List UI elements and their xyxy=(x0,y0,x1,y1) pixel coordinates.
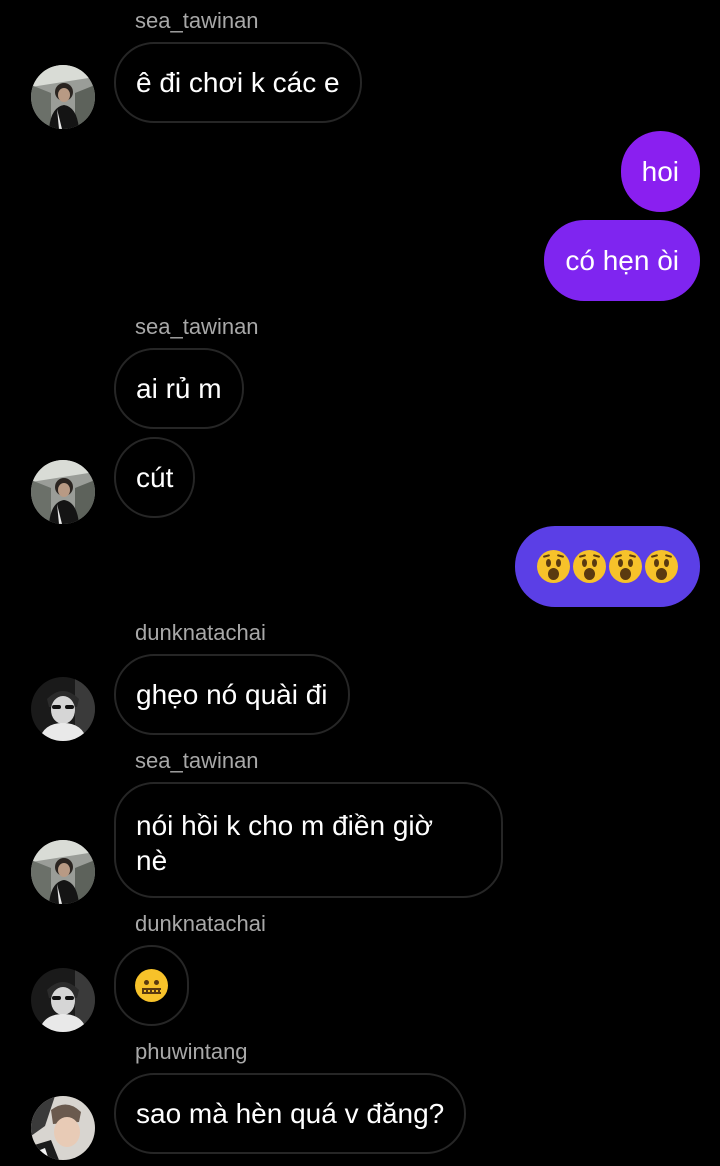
message-text: ai rủ m xyxy=(136,373,222,404)
sender-name: dunknatachai xyxy=(135,620,266,645)
message-bubble[interactable]: ai rủ m xyxy=(114,348,244,429)
avatar-dunknatachai[interactable] xyxy=(31,677,95,741)
avatar-sea-tawinan[interactable] xyxy=(31,460,95,524)
sender-name: sea_tawinan xyxy=(135,314,259,339)
message-text-line: nè xyxy=(136,845,168,876)
message-bubble[interactable]: ghẹo nó quài đi xyxy=(114,654,350,735)
message-bubble[interactable]: sao mà hèn quá v đăng? xyxy=(114,1073,467,1154)
message-bubble[interactable]: nói hồi k cho m điền giờ nè xyxy=(114,782,503,898)
zipper-mouth-face-emoji xyxy=(135,969,168,1002)
message-bubble[interactable]: cút xyxy=(114,437,196,518)
hushed-face-emoji xyxy=(537,550,570,583)
message-text: có hẹn òi xyxy=(565,244,679,276)
message-text: ê đi chơi k các e xyxy=(136,67,340,98)
message-text: ghẹo nó quài đi xyxy=(136,679,328,710)
sender-name: sea_tawinan xyxy=(135,8,259,33)
hushed-face-emoji xyxy=(573,550,606,583)
message-text: cút xyxy=(136,462,174,493)
outgoing-message-bubble[interactable]: hoi xyxy=(620,131,700,212)
message-bubble[interactable] xyxy=(114,945,189,1026)
sender-name: phuwintang xyxy=(135,1039,248,1064)
avatar-sea-tawinan[interactable] xyxy=(31,65,95,129)
outgoing-message-bubble[interactable]: có hẹn òi xyxy=(544,220,700,301)
message-text: hoi xyxy=(641,155,679,187)
message-bubble[interactable]: ê đi chơi k các e xyxy=(114,42,362,123)
sender-name: dunknatachai xyxy=(135,911,266,936)
hushed-face-emoji xyxy=(645,550,678,583)
message-text: sao mà hèn quá v đăng? xyxy=(136,1098,445,1129)
outgoing-message-bubble[interactable] xyxy=(515,526,700,607)
sender-name: sea_tawinan xyxy=(135,748,259,773)
hushed-face-emoji xyxy=(609,550,642,583)
avatar-sea-tawinan[interactable] xyxy=(31,840,95,904)
avatar-dunknatachai[interactable] xyxy=(31,968,95,1032)
avatar-phuwintang[interactable] xyxy=(31,1096,95,1160)
message-text-line: nói hồi k cho m điền giờ xyxy=(136,810,433,841)
emoji-row xyxy=(537,550,678,583)
